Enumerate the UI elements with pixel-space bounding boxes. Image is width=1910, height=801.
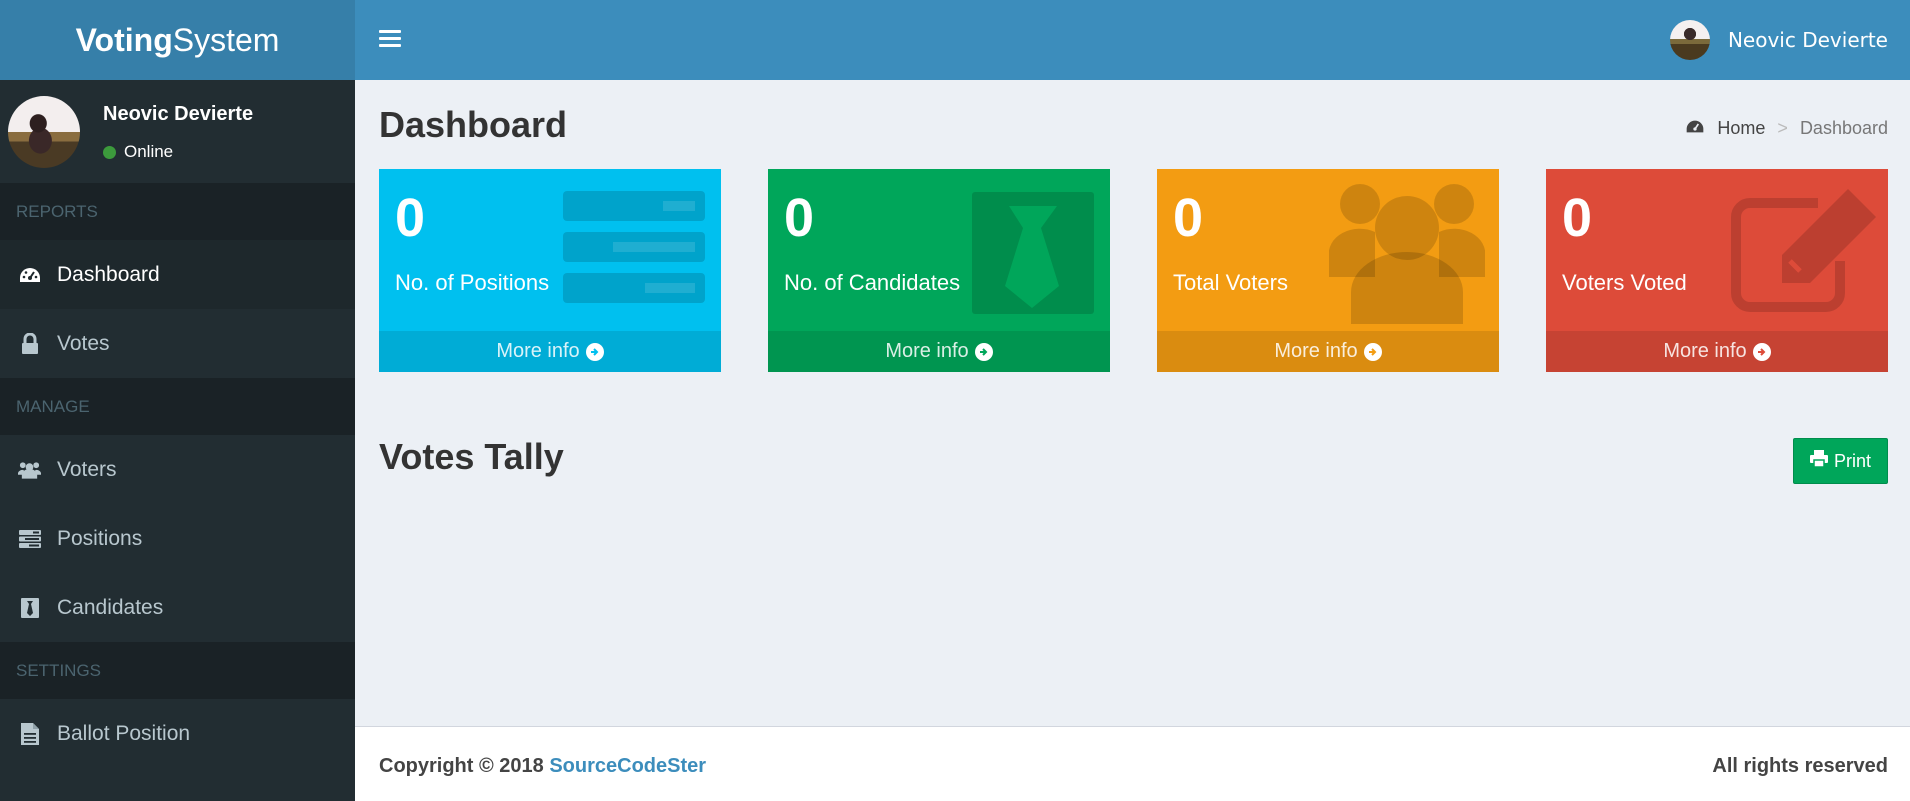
- stat-box-positions: 0 No. of Positions More info: [379, 169, 721, 372]
- stat-box-voters-voted: 0 Voters Voted More info: [1546, 169, 1888, 372]
- top-navbar: Neovic Devierte: [355, 0, 1910, 80]
- arrow-circle-right-icon: [585, 342, 604, 361]
- stat-label: No. of Positions: [395, 270, 550, 295]
- footer-link[interactable]: SourceCodeSter: [549, 755, 706, 777]
- user-menu-name: Neovic Devierte: [1727, 28, 1888, 52]
- avatar: [8, 96, 80, 168]
- edit-icon: [1731, 189, 1876, 312]
- dashboard-icon: [18, 264, 41, 286]
- more-info-label: More info: [1274, 340, 1358, 362]
- sidebar-item-label: Positions: [57, 526, 143, 550]
- all-rights-reserved: All rights reserved: [1712, 755, 1888, 777]
- breadcrumb-separator: >: [1777, 118, 1788, 138]
- breadcrumb: Home > Dashboard: [1685, 118, 1888, 139]
- stat-value: 0: [784, 188, 815, 248]
- sidebar-item-label: Ballot Position: [57, 721, 191, 745]
- breadcrumb-home[interactable]: Home: [1717, 118, 1765, 139]
- sidebar-user-name: Neovic Devierte: [103, 103, 254, 125]
- sidebar-item-positions[interactable]: Positions: [0, 504, 355, 573]
- black-tie-icon: [18, 597, 41, 619]
- user-status: Online: [103, 142, 173, 162]
- content-wrapper: Dashboard Home > Dashboard 0 No. of Posi…: [355, 80, 1910, 726]
- app-logo[interactable]: Voting System: [0, 0, 355, 80]
- sidebar-item-label: Dashboard: [57, 262, 160, 286]
- stat-value: 0: [395, 188, 426, 248]
- logo-bold: Voting: [75, 21, 173, 58]
- stat-box-total-voters: 0 Total Voters More info: [1157, 169, 1499, 372]
- more-info-label: More info: [885, 340, 969, 362]
- sidebar-item-label: Votes: [57, 331, 110, 355]
- stat-label: Total Voters: [1173, 270, 1288, 295]
- print-icon: [1809, 450, 1828, 472]
- stat-label: No. of Candidates: [784, 270, 961, 295]
- dashboard-icon: [1685, 118, 1705, 139]
- more-info-label: More info: [1663, 340, 1747, 362]
- arrow-circle-right-icon: [1752, 342, 1771, 361]
- status-online-icon: [103, 145, 116, 159]
- breadcrumb-current: Dashboard: [1799, 118, 1888, 138]
- stat-label: Voters Voted: [1562, 270, 1687, 295]
- sidebar-toggle-icon[interactable]: [379, 26, 401, 54]
- copyright-text: Copyright © 2018: [379, 755, 544, 777]
- sidebar-item-label: Candidates: [57, 595, 164, 619]
- more-info-label: More info: [496, 340, 580, 362]
- menu-header-reports: REPORTS: [0, 183, 355, 240]
- lock-icon: [18, 332, 41, 355]
- logo-rest: System: [172, 21, 280, 58]
- main-footer: Copyright © 2018 SourceCodeSter All righ…: [355, 726, 1910, 801]
- sidebar-item-ballot-position[interactable]: Ballot Position: [0, 699, 355, 768]
- sidebar: Neovic Devierte Online REPORTS Dashboard…: [0, 80, 355, 801]
- sidebar-item-voters[interactable]: Voters: [0, 435, 355, 504]
- page-title: Dashboard: [379, 104, 568, 145]
- sidebar-item-dashboard[interactable]: Dashboard: [0, 240, 355, 309]
- more-info-link[interactable]: More info: [1546, 331, 1888, 372]
- tasks-icon: [18, 528, 41, 550]
- stat-box-candidates: 0 No. of Candidates More info: [768, 169, 1110, 372]
- print-label: Print: [1833, 450, 1871, 471]
- menu-header-manage: MANAGE: [0, 378, 355, 435]
- more-info-link[interactable]: More info: [768, 331, 1110, 372]
- menu-header-settings: SETTINGS: [0, 642, 355, 699]
- users-icon: [1329, 184, 1485, 324]
- sidebar-item-label: Voters: [57, 457, 117, 481]
- arrow-circle-right-icon: [974, 342, 993, 361]
- file-text-icon: [18, 722, 41, 745]
- user-menu[interactable]: Neovic Devierte: [1669, 20, 1888, 60]
- user-panel: Neovic Devierte Online: [0, 80, 355, 183]
- avatar: [1669, 20, 1710, 60]
- print-button[interactable]: Print: [1793, 438, 1888, 484]
- stat-value: 0: [1562, 188, 1593, 248]
- black-tie-icon: [972, 192, 1094, 314]
- sidebar-item-candidates[interactable]: Candidates: [0, 573, 355, 642]
- tasks-icon: [563, 191, 705, 303]
- arrow-circle-right-icon: [1363, 342, 1382, 361]
- user-status-label: Online: [124, 142, 174, 161]
- more-info-link[interactable]: More info: [379, 331, 721, 372]
- copyright: Copyright © 2018 SourceCodeSter: [379, 755, 706, 778]
- more-info-link[interactable]: More info: [1157, 331, 1499, 372]
- votes-tally-title: Votes Tally: [379, 436, 564, 477]
- sidebar-item-votes[interactable]: Votes: [0, 309, 355, 378]
- stat-value: 0: [1173, 188, 1204, 248]
- users-icon: [18, 459, 41, 481]
